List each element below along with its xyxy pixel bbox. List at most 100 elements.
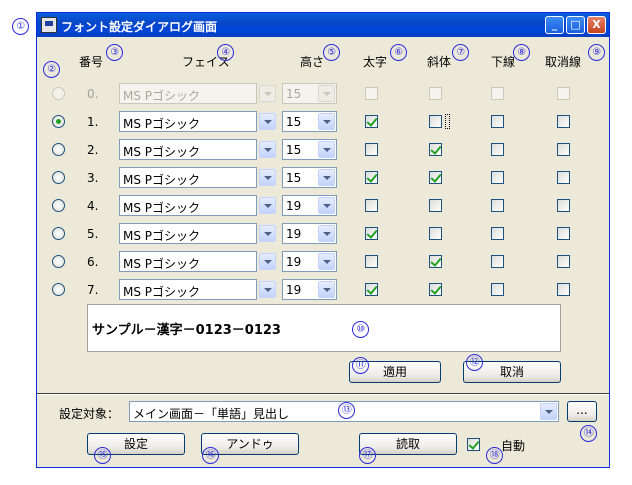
chevron-down-icon[interactable] [318, 281, 335, 298]
face-select-1[interactable]: MS Pゴシック [119, 111, 276, 132]
face-select-3[interactable]: MS Pゴシック [119, 167, 276, 188]
annotation-marker-15: ⑮ [94, 447, 111, 464]
maximize-button[interactable]: □ [566, 16, 585, 34]
strike-checkbox-0[interactable] [557, 87, 570, 100]
height-select-1[interactable]: 15 [282, 111, 337, 132]
underline-checkbox-4[interactable] [491, 199, 504, 212]
minimize-button[interactable]: _ [545, 16, 564, 34]
height-value: 15 [286, 87, 302, 101]
italic-checkbox-0[interactable] [429, 87, 442, 100]
bold-checkbox-2[interactable] [365, 143, 378, 156]
row-radio-3[interactable] [52, 171, 65, 184]
italic-checkbox-5[interactable] [429, 227, 442, 240]
face-select-2[interactable]: MS Pゴシック [119, 139, 276, 160]
face-select-5[interactable]: MS Pゴシック [119, 223, 276, 244]
face-select-0[interactable]: MS Pゴシック [119, 83, 276, 104]
strike-checkbox-2[interactable] [557, 143, 570, 156]
italic-checkbox-2[interactable] [429, 143, 442, 156]
annotation-marker-8: ⑧ [513, 44, 530, 61]
height-select-3[interactable]: 15 [282, 167, 337, 188]
auto-checkbox[interactable] [467, 438, 480, 451]
annotation-marker-16: ⑯ [202, 447, 219, 464]
chevron-down-icon[interactable] [318, 253, 335, 270]
bold-checkbox-4[interactable] [365, 199, 378, 212]
italic-checkbox-6[interactable] [429, 255, 442, 268]
face-select-7[interactable]: MS Pゴシック [119, 279, 276, 300]
chevron-down-icon[interactable] [259, 225, 276, 242]
strike-checkbox-1[interactable] [557, 115, 570, 128]
browse-button[interactable]: ... [567, 401, 597, 422]
strike-checkbox-4[interactable] [557, 199, 570, 212]
height-select-0[interactable]: 15 [282, 83, 337, 104]
height-select-4[interactable]: 19 [282, 195, 337, 216]
bold-checkbox-0[interactable] [365, 87, 378, 100]
annotation-marker-5: ⑤ [323, 44, 340, 61]
underline-checkbox-3[interactable] [491, 171, 504, 184]
underline-checkbox-6[interactable] [491, 255, 504, 268]
target-value: メイン画面－「単語」見出し [133, 407, 290, 421]
height-select-6[interactable]: 19 [282, 251, 337, 272]
close-button[interactable]: X [587, 16, 606, 34]
underline-checkbox-1[interactable] [491, 115, 504, 128]
bold-checkbox-5[interactable] [365, 227, 378, 240]
header-number: 番号 [79, 55, 104, 69]
chevron-down-icon[interactable] [259, 169, 276, 186]
chevron-down-icon[interactable] [318, 169, 335, 186]
chevron-down-icon[interactable] [318, 225, 335, 242]
row-number-4: 4. [87, 199, 99, 213]
chevron-down-icon[interactable] [259, 253, 276, 270]
height-value: 19 [286, 255, 302, 269]
height-select-2[interactable]: 15 [282, 139, 337, 160]
annotation-marker-10: ⑩ [352, 321, 369, 338]
chevron-down-icon[interactable] [259, 197, 276, 214]
italic-checkbox-3[interactable] [429, 171, 442, 184]
height-value: 19 [286, 227, 302, 241]
row-radio-2[interactable] [52, 143, 65, 156]
strike-checkbox-6[interactable] [557, 255, 570, 268]
row-number-7: 7. [87, 283, 99, 297]
row-radio-6[interactable] [52, 255, 65, 268]
title-bar[interactable]: フォント設定ダイアログ画面 _ □ X [37, 13, 609, 37]
chevron-down-icon[interactable] [318, 113, 335, 130]
strike-checkbox-3[interactable] [557, 171, 570, 184]
chevron-down-icon[interactable] [318, 197, 335, 214]
header-strikethrough: 取消線 [545, 55, 582, 69]
height-select-7[interactable]: 19 [282, 279, 337, 300]
height-value: 15 [286, 171, 302, 185]
annotation-marker-7: ⑦ [452, 44, 469, 61]
bold-checkbox-1[interactable] [365, 115, 378, 128]
chevron-down-icon[interactable] [540, 403, 557, 420]
separator [37, 393, 609, 395]
chevron-down-icon[interactable] [259, 113, 276, 130]
row-radio-7[interactable] [52, 283, 65, 296]
bold-checkbox-6[interactable] [365, 255, 378, 268]
italic-checkbox-7[interactable] [429, 283, 442, 296]
underline-checkbox-0[interactable] [491, 87, 504, 100]
italic-checkbox-4[interactable] [429, 199, 442, 212]
height-value: 19 [286, 283, 302, 297]
face-value: MS Pゴシック [123, 285, 201, 299]
height-value: 15 [286, 143, 302, 157]
bold-checkbox-3[interactable] [365, 171, 378, 184]
chevron-down-icon[interactable] [259, 281, 276, 298]
chevron-down-icon[interactable] [259, 85, 276, 102]
row-radio-1[interactable] [52, 115, 65, 128]
underline-checkbox-5[interactable] [491, 227, 504, 240]
italic-checkbox-1[interactable] [429, 115, 442, 128]
underline-checkbox-2[interactable] [491, 143, 504, 156]
face-value: MS Pゴシック [123, 201, 201, 215]
chevron-down-icon[interactable] [318, 141, 335, 158]
bold-checkbox-7[interactable] [365, 283, 378, 296]
chevron-down-icon[interactable] [259, 141, 276, 158]
face-select-6[interactable]: MS Pゴシック [119, 251, 276, 272]
row-radio-5[interactable] [52, 227, 65, 240]
height-select-5[interactable]: 19 [282, 223, 337, 244]
row-radio-4[interactable] [52, 199, 65, 212]
chevron-down-icon[interactable] [318, 85, 335, 102]
row-radio-0[interactable] [52, 87, 65, 100]
underline-checkbox-7[interactable] [491, 283, 504, 296]
face-select-4[interactable]: MS Pゴシック [119, 195, 276, 216]
strike-checkbox-7[interactable] [557, 283, 570, 296]
annotation-marker-12: ⑫ [466, 354, 483, 371]
strike-checkbox-5[interactable] [557, 227, 570, 240]
